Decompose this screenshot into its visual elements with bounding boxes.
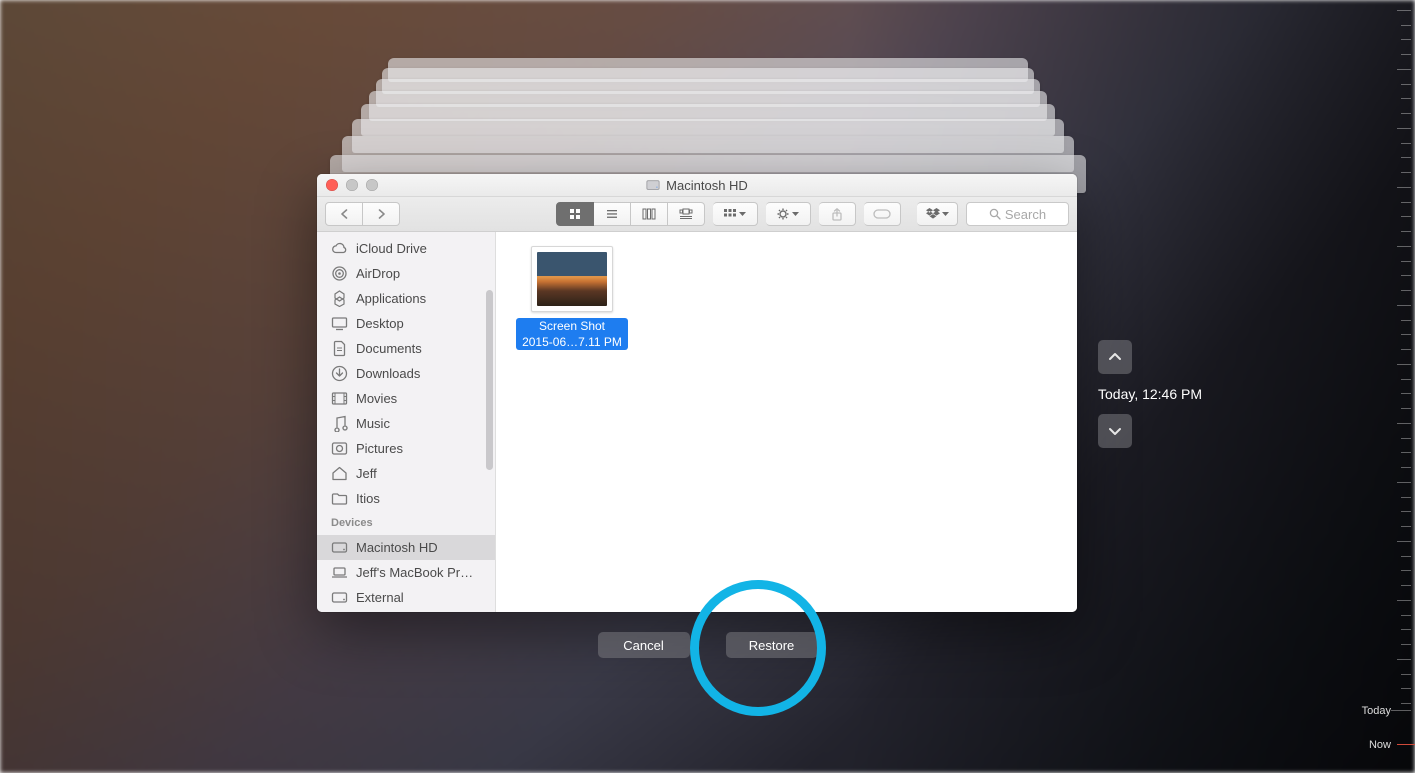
home-icon [331, 465, 348, 482]
icon-view-button[interactable] [556, 202, 594, 226]
sidebar-item-label: Downloads [356, 366, 420, 381]
sidebar-item-label: Applications [356, 291, 426, 306]
sidebar-item-applications[interactable]: Applications [317, 286, 495, 311]
zoom-button[interactable] [366, 179, 378, 191]
sidebar-item-label: External [356, 590, 404, 605]
sidebar-item-pictures[interactable]: Pictures [317, 436, 495, 461]
close-button[interactable] [326, 179, 338, 191]
forward-button[interactable] [363, 202, 400, 226]
timeline-nav: Today, 12:46 PM [1098, 340, 1248, 448]
sidebar-scrollbar[interactable] [486, 290, 493, 470]
search-field[interactable]: Search [966, 202, 1069, 226]
cancel-button[interactable]: Cancel [598, 632, 690, 658]
music-icon [331, 415, 348, 432]
pictures-icon [331, 440, 348, 457]
timeline-today-label: Today [1362, 705, 1391, 717]
sidebar-item-downloads[interactable]: Downloads [317, 361, 495, 386]
sidebar-item-label: Music [356, 416, 390, 431]
file-area[interactable]: Screen Shot 2015-06…7.11 PM [496, 232, 1077, 612]
sidebar-item-jeff[interactable]: Jeff [317, 461, 495, 486]
sidebar-item-label: Desktop [356, 316, 404, 331]
search-placeholder: Search [1005, 207, 1046, 222]
sidebar-item-label: AirDrop [356, 266, 400, 281]
finder-window: Macintosh HD [317, 174, 1077, 612]
chevron-down-icon [1108, 426, 1122, 436]
share-button[interactable] [819, 202, 856, 226]
view-buttons [556, 202, 705, 226]
back-button[interactable] [325, 202, 363, 226]
dropbox-icon [926, 208, 940, 220]
sidebar-item-label: Jeff [356, 466, 377, 481]
tags-button[interactable] [864, 202, 901, 226]
toolbar: Search [317, 197, 1077, 232]
hd-icon [331, 539, 348, 556]
sidebar-item-desktop[interactable]: Desktop [317, 311, 495, 336]
file-label: Screen Shot 2015-06…7.11 PM [516, 318, 628, 350]
chevron-up-icon [1108, 352, 1122, 362]
documents-icon [331, 340, 348, 357]
window-title: Macintosh HD [317, 178, 1077, 193]
sidebar-item-label: Macintosh HD [356, 540, 438, 555]
nav-down-button[interactable] [1098, 414, 1132, 448]
minimize-button[interactable] [346, 179, 358, 191]
search-icon [989, 208, 1001, 220]
titlebar: Macintosh HD [317, 174, 1077, 197]
devices-header: Devices [317, 511, 495, 531]
file-thumbnail [531, 246, 613, 312]
sidebar-device-external[interactable]: External [317, 585, 495, 610]
hd-title-icon [646, 178, 660, 192]
restore-button[interactable]: Restore [726, 632, 818, 658]
sidebar-device-macintosh-hd[interactable]: Macintosh HD [317, 535, 495, 560]
sidebar-item-itios[interactable]: Itios [317, 486, 495, 511]
file-item[interactable]: Screen Shot 2015-06…7.11 PM [514, 246, 630, 350]
list-view-button[interactable] [594, 202, 631, 226]
airdrop-icon [331, 265, 348, 282]
sidebar-item-documents[interactable]: Documents [317, 336, 495, 361]
sidebar-item-label: iCloud Drive [356, 241, 427, 256]
sidebar-item-label: Jeff's MacBook Pr… [356, 565, 473, 580]
downloads-icon [331, 365, 348, 382]
sidebar-item-airdrop[interactable]: AirDrop [317, 261, 495, 286]
sidebar-item-label: Movies [356, 391, 397, 406]
cloud-icon [331, 240, 348, 257]
dropbox-button[interactable] [917, 202, 958, 226]
sidebar-item-icloud-drive[interactable]: iCloud Drive [317, 236, 495, 261]
timeline-now-label: Now [1369, 739, 1391, 751]
arrange-button[interactable] [713, 202, 758, 226]
apps-icon [331, 290, 348, 307]
sidebar-item-label: Itios [356, 491, 380, 506]
sidebar: iCloud Drive AirDrop Applications Desktop Do… [317, 232, 496, 612]
sidebar-item-label: Pictures [356, 441, 403, 456]
hd-icon [331, 589, 348, 606]
nav-buttons [325, 202, 400, 226]
action-button[interactable] [766, 202, 811, 226]
desktop-icon [331, 315, 348, 332]
sidebar-item-label: Documents [356, 341, 422, 356]
timeline[interactable]: Today Now [1377, 0, 1415, 773]
folder-icon [331, 490, 348, 507]
coverflow-view-button[interactable] [668, 202, 705, 226]
sidebar-device-jeff-s-macbook-pr-[interactable]: Jeff's MacBook Pr… [317, 560, 495, 585]
column-view-button[interactable] [631, 202, 668, 226]
snapshot-timestamp: Today, 12:46 PM [1098, 386, 1248, 402]
movies-icon [331, 390, 348, 407]
laptop-icon [331, 564, 348, 581]
sidebar-item-movies[interactable]: Movies [317, 386, 495, 411]
nav-up-button[interactable] [1098, 340, 1132, 374]
sidebar-item-music[interactable]: Music [317, 411, 495, 436]
